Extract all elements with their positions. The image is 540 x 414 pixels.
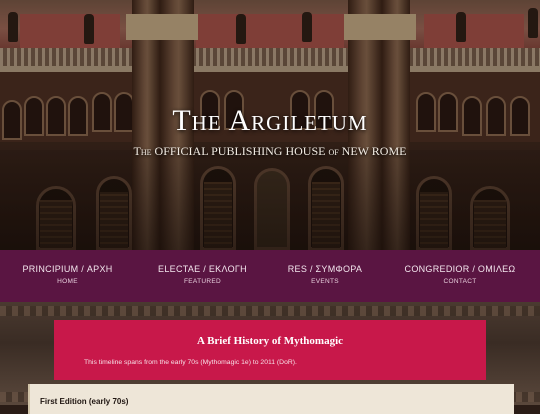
nav-sublabel: HOME — [57, 278, 78, 285]
main-nav: PRINCIPIUM / ΑΡΧΗ HOME ELECTAE / ΕΚΛΟΓΗ … — [0, 250, 540, 302]
nav-item-home[interactable]: PRINCIPIUM / ΑΡΧΗ HOME — [0, 250, 135, 302]
decor-stripe — [0, 306, 540, 316]
nav-sublabel: EVENTS — [311, 278, 339, 285]
hero-header: The Argiletum The OFFICIAL PUBLISHING HO… — [0, 0, 540, 250]
timeline-entry: First Edition (early 70s) — [28, 384, 514, 414]
history-banner: A Brief History of Mythomagic This timel… — [54, 320, 486, 380]
nav-item-events[interactable]: RES / ΣΥΜΦΟΡΑ EVENTS — [270, 250, 380, 302]
nav-item-contact[interactable]: CONGREDIOR / ΟΜΙΛΕΩ CONTACT — [380, 250, 540, 302]
banner-description: This timeline spans from the early 70s (… — [84, 359, 297, 366]
nav-item-featured[interactable]: ELECTAE / ΕΚΛΟΓΗ FEATURED — [135, 250, 270, 302]
nav-label: CONGREDIOR / ΟΜΙΛΕΩ — [404, 264, 516, 274]
nav-label: PRINCIPIUM / ΑΡΧΗ — [22, 264, 113, 274]
site-title[interactable]: The Argiletum — [0, 104, 540, 138]
site-subtitle: The OFFICIAL PUBLISHING HOUSE of NEW ROM… — [133, 144, 407, 158]
nav-sublabel: FEATURED — [184, 278, 221, 285]
nav-label: ELECTAE / ΕΚΛΟΓΗ — [158, 264, 247, 274]
nav-sublabel: CONTACT — [443, 278, 477, 285]
nav-label: RES / ΣΥΜΦΟΡΑ — [287, 264, 363, 274]
banner-title: A Brief History of Mythomagic — [196, 335, 344, 347]
